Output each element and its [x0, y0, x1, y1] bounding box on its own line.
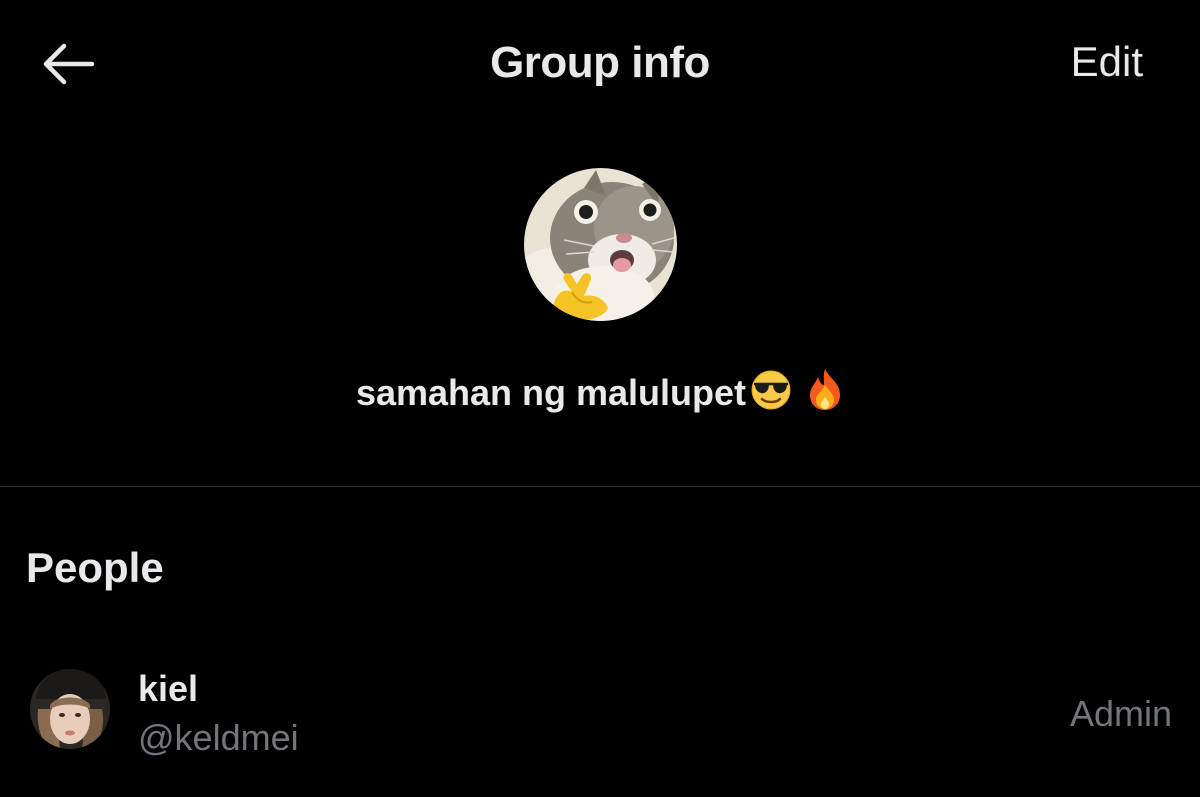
cat-photo-avatar — [524, 168, 677, 321]
member-role-badge: Admin — [1069, 693, 1172, 734]
section-divider — [0, 486, 1200, 487]
member-handle: @keldmei — [138, 717, 299, 758]
edit-button[interactable]: Edit — [1071, 38, 1143, 86]
page-title: Group info — [490, 38, 710, 87]
member-name: kiel — [138, 668, 199, 709]
group-name-text: samahan ng malulupet — [355, 372, 747, 413]
group-avatar[interactable] — [524, 168, 677, 321]
people-section-title: People — [26, 544, 164, 591]
sunglasses-emoji-icon — [750, 369, 792, 420]
top-bar: Group info Edit — [0, 0, 1200, 125]
member-avatar — [30, 669, 110, 749]
fire-emoji-icon — [806, 367, 844, 420]
member-row[interactable]: kiel @keldmei Admin — [0, 660, 1200, 760]
group-name: samahan ng malulupet — [0, 367, 1200, 420]
profile-photo-avatar — [30, 669, 110, 749]
